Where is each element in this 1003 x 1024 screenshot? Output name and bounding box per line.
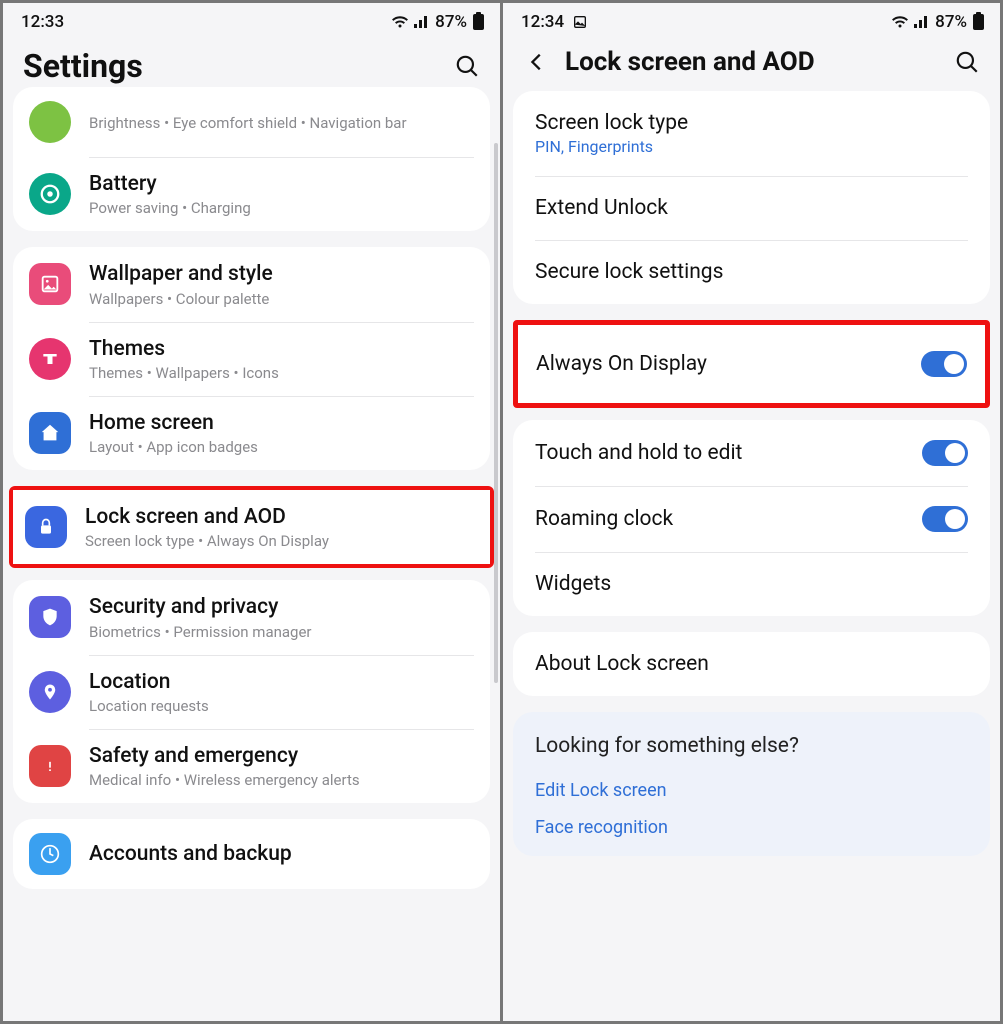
battery-icon [473,14,484,30]
row-title: Screen lock type [535,111,968,135]
settings-card: About Lock screen [513,632,990,696]
emergency-icon [29,745,71,787]
row-sub: Wallpapers • Colour palette [89,290,474,308]
footer-title: Looking for something else? [535,734,968,758]
signal-icon [913,15,931,29]
page-title: Settings [23,47,454,85]
row-secure-lock-settings[interactable]: Secure lock settings [513,240,990,304]
row-sub: PIN, Fingerprints [535,137,968,156]
row-title: About Lock screen [535,652,968,676]
settings-row-wallpaper[interactable]: Wallpaper and style Wallpapers • Colour … [13,247,490,321]
row-title: Roaming clock [535,507,922,531]
wallpaper-icon [29,263,71,305]
lockscreen-settings-screen: 12:34 87% Lock screen and AOD Screen loc… [500,3,1000,1021]
status-battery: 87% [435,12,467,32]
wifi-icon [391,15,409,29]
row-title: Touch and hold to edit [535,441,922,465]
row-sub: Location requests [89,697,474,715]
settings-card: Screen lock type PIN, Fingerprints Exten… [513,91,990,304]
row-always-on-display[interactable]: Always On Display [518,325,985,403]
signal-icon [413,15,431,29]
status-time: 12:33 [21,12,64,32]
settings-group: Brightness • Eye comfort shield • Naviga… [13,87,490,231]
display-icon [29,101,71,143]
highlight-box: Always On Display [513,320,990,408]
home-icon [29,412,71,454]
row-title: Widgets [535,572,968,596]
lock-icon [25,506,67,548]
highlight-box: Lock screen and AOD Screen lock type • A… [9,486,494,568]
link-face-recognition[interactable]: Face recognition [535,809,968,846]
row-title: Security and privacy [89,594,474,620]
settings-row-home[interactable]: Home screen Layout • App icon badges [13,396,490,470]
settings-card: Touch and hold to edit Roaming clock Wid… [513,420,990,616]
wifi-icon [891,15,909,29]
settings-row-accounts[interactable]: Accounts and backup [13,819,490,889]
shield-icon [29,596,71,638]
back-button[interactable] [523,48,551,76]
settings-row-battery[interactable]: Battery Power saving • Charging [13,157,490,231]
row-title: Secure lock settings [535,260,968,284]
settings-row-lockscreen[interactable]: Lock screen and AOD Screen lock type • A… [13,490,490,564]
settings-row-location[interactable]: Location Location requests [13,655,490,729]
row-title: Extend Unlock [535,196,968,220]
row-title: Location [89,669,474,695]
status-bar: 12:33 87% [3,3,500,37]
screenshot-icon [572,14,588,30]
row-about-lock-screen[interactable]: About Lock screen [513,632,990,696]
search-icon[interactable] [454,53,480,79]
settings-row-themes[interactable]: Themes Themes • Wallpapers • Icons [13,322,490,396]
toggle-roaming-clock[interactable] [922,506,968,532]
accounts-icon [29,833,71,875]
row-sub: Layout • App icon badges [89,438,474,456]
row-title: Wallpaper and style [89,261,474,287]
settings-row-display[interactable]: Brightness • Eye comfort shield • Naviga… [13,87,490,157]
search-icon[interactable] [954,49,980,75]
scroll-indicator[interactable] [494,143,498,683]
row-title: Accounts and backup [89,841,474,867]
battery-icon [973,14,984,30]
chevron-left-icon [526,51,548,73]
page-title: Lock screen and AOD [565,47,954,77]
settings-row-security[interactable]: Security and privacy Biometrics • Permis… [13,580,490,654]
themes-icon [29,338,71,380]
row-title: Themes [89,336,474,362]
settings-group: Wallpaper and style Wallpapers • Colour … [13,247,490,470]
status-time: 12:34 [521,12,564,32]
header: Lock screen and AOD [503,37,1000,91]
toggle-aod[interactable] [921,351,967,377]
row-title: Battery [89,171,474,197]
row-sub: Brightness • Eye comfort shield • Naviga… [89,114,474,132]
toggle-touch-hold[interactable] [922,440,968,466]
status-bar: 12:34 87% [503,3,1000,37]
row-title: Safety and emergency [89,743,474,769]
link-edit-lock-screen[interactable]: Edit Lock screen [535,772,968,809]
row-sub: Screen lock type • Always On Display [85,532,474,550]
settings-screen: 12:33 87% Settings Brightness • Eye comf… [3,3,500,1021]
row-sub: Biometrics • Permission manager [89,623,474,641]
location-icon [29,671,71,713]
row-widgets[interactable]: Widgets [513,552,990,616]
row-sub: Medical info • Wireless emergency alerts [89,771,474,789]
row-title: Lock screen and AOD [85,504,474,530]
settings-group: Accounts and backup [13,819,490,889]
row-title: Home screen [89,410,474,436]
settings-group: Security and privacy Biometrics • Permis… [13,580,490,803]
settings-row-safety[interactable]: Safety and emergency Medical info • Wire… [13,729,490,803]
row-screen-lock-type[interactable]: Screen lock type PIN, Fingerprints [513,91,990,176]
row-sub: Themes • Wallpapers • Icons [89,364,474,382]
row-touch-hold-edit[interactable]: Touch and hold to edit [513,420,990,486]
battery-icon [29,173,71,215]
footer-suggestions: Looking for something else? Edit Lock sc… [513,712,990,856]
row-title: Always On Display [536,352,921,376]
row-roaming-clock[interactable]: Roaming clock [513,486,990,552]
row-sub: Power saving • Charging [89,199,474,217]
status-battery: 87% [935,12,967,32]
row-extend-unlock[interactable]: Extend Unlock [513,176,990,240]
